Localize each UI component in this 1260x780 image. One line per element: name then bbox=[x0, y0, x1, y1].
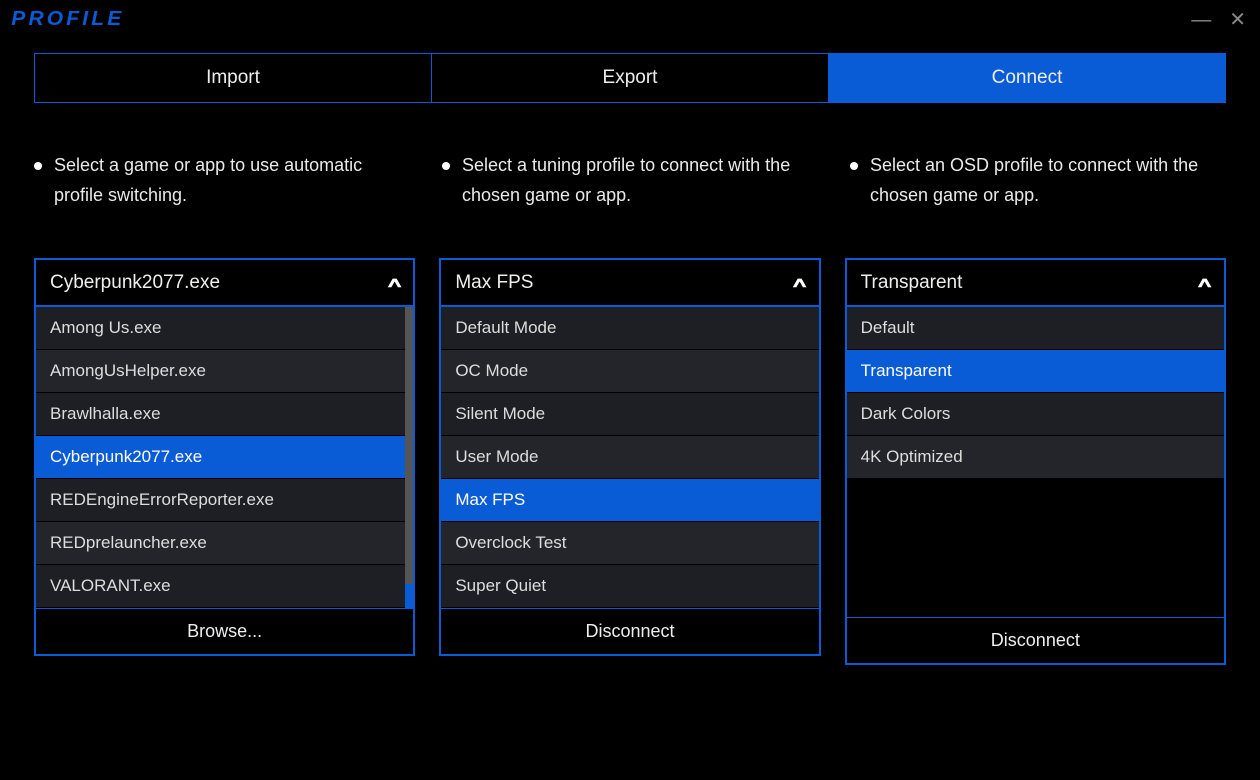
list-item[interactable]: Overclock Test bbox=[441, 522, 818, 565]
list-item[interactable]: Silent Mode bbox=[441, 393, 818, 436]
list-item[interactable]: Cyberpunk2077.exe bbox=[36, 436, 413, 479]
instruction-col-2: Select a tuning profile to connect with … bbox=[442, 151, 818, 210]
list-item[interactable]: Max FPS bbox=[441, 479, 818, 522]
tab-import[interactable]: Import bbox=[34, 53, 432, 103]
instruction-text-3: Select an OSD profile to connect with th… bbox=[870, 151, 1226, 210]
tuning-disconnect-button[interactable]: Disconnect bbox=[441, 608, 818, 654]
tuning-selected-label: Max FPS bbox=[455, 272, 533, 294]
game-panel: Cyberpunk2077.exe ∧ Among Us.exeAmongUsH… bbox=[34, 258, 415, 656]
list-item[interactable]: User Mode bbox=[441, 436, 818, 479]
tab-export[interactable]: Export bbox=[432, 53, 829, 103]
list-item[interactable]: REDprelauncher.exe bbox=[36, 522, 413, 565]
bullet-icon bbox=[442, 162, 450, 170]
osd-selected-label: Transparent bbox=[861, 272, 963, 294]
instruction-col-1: Select a game or app to use automatic pr… bbox=[34, 151, 410, 210]
browse-button[interactable]: Browse... bbox=[36, 608, 413, 654]
tab-connect[interactable]: Connect bbox=[829, 53, 1226, 103]
bullet-icon bbox=[850, 162, 858, 170]
osd-dropdown-header[interactable]: Transparent ∧ bbox=[847, 260, 1224, 307]
list-item[interactable]: Super Quiet bbox=[441, 565, 818, 608]
columns-row: Cyberpunk2077.exe ∧ Among Us.exeAmongUsH… bbox=[34, 258, 1226, 665]
list-item[interactable]: Dark Colors bbox=[847, 393, 1224, 436]
list-item[interactable]: Transparent bbox=[847, 350, 1224, 393]
window-controls: — ✕ bbox=[1191, 10, 1246, 30]
tuning-column: Max FPS ∧ Default ModeOC ModeSilent Mode… bbox=[439, 258, 820, 665]
instruction-text-1: Select a game or app to use automatic pr… bbox=[54, 151, 410, 210]
chevron-up-icon: ∧ bbox=[385, 274, 401, 292]
tuning-panel: Max FPS ∧ Default ModeOC ModeSilent Mode… bbox=[439, 258, 820, 656]
game-column: Cyberpunk2077.exe ∧ Among Us.exeAmongUsH… bbox=[34, 258, 415, 665]
chevron-up-icon: ∧ bbox=[790, 274, 806, 292]
list-item[interactable]: REDEngineErrorReporter.exe bbox=[36, 479, 413, 522]
list-item[interactable]: 4K Optimized bbox=[847, 436, 1224, 479]
osd-column: Transparent ∧ DefaultTransparentDark Col… bbox=[845, 258, 1226, 665]
instruction-text-2: Select a tuning profile to connect with … bbox=[462, 151, 818, 210]
instruction-col-3: Select an OSD profile to connect with th… bbox=[850, 151, 1226, 210]
game-list[interactable]: Among Us.exeAmongUsHelper.exeBrawlhalla.… bbox=[36, 307, 413, 608]
tuning-dropdown-header[interactable]: Max FPS ∧ bbox=[441, 260, 818, 307]
app-title: PROFILE bbox=[11, 8, 124, 31]
tab-bar: Import Export Connect bbox=[34, 53, 1226, 103]
osd-panel: Transparent ∧ DefaultTransparentDark Col… bbox=[845, 258, 1226, 665]
game-dropdown-header[interactable]: Cyberpunk2077.exe ∧ bbox=[36, 260, 413, 307]
game-selected-label: Cyberpunk2077.exe bbox=[50, 272, 220, 294]
list-item[interactable]: Brawlhalla.exe bbox=[36, 393, 413, 436]
titlebar: PROFILE — ✕ bbox=[0, 0, 1260, 35]
instructions-row: Select a game or app to use automatic pr… bbox=[34, 151, 1226, 210]
list-item[interactable]: Default Mode bbox=[441, 307, 818, 350]
osd-disconnect-button[interactable]: Disconnect bbox=[847, 617, 1224, 663]
bullet-icon bbox=[34, 162, 42, 170]
list-item[interactable]: Among Us.exe bbox=[36, 307, 413, 350]
chevron-up-icon: ∧ bbox=[1195, 274, 1211, 292]
list-item[interactable]: OC Mode bbox=[441, 350, 818, 393]
list-item[interactable]: AmongUsHelper.exe bbox=[36, 350, 413, 393]
osd-list[interactable]: DefaultTransparentDark Colors4K Optimize… bbox=[847, 307, 1224, 617]
list-item[interactable]: Default bbox=[847, 307, 1224, 350]
minimize-icon[interactable]: — bbox=[1191, 10, 1211, 30]
tuning-list[interactable]: Default ModeOC ModeSilent ModeUser ModeM… bbox=[441, 307, 818, 608]
list-item[interactable]: VALORANT.exe bbox=[36, 565, 413, 608]
close-icon[interactable]: ✕ bbox=[1229, 10, 1246, 30]
